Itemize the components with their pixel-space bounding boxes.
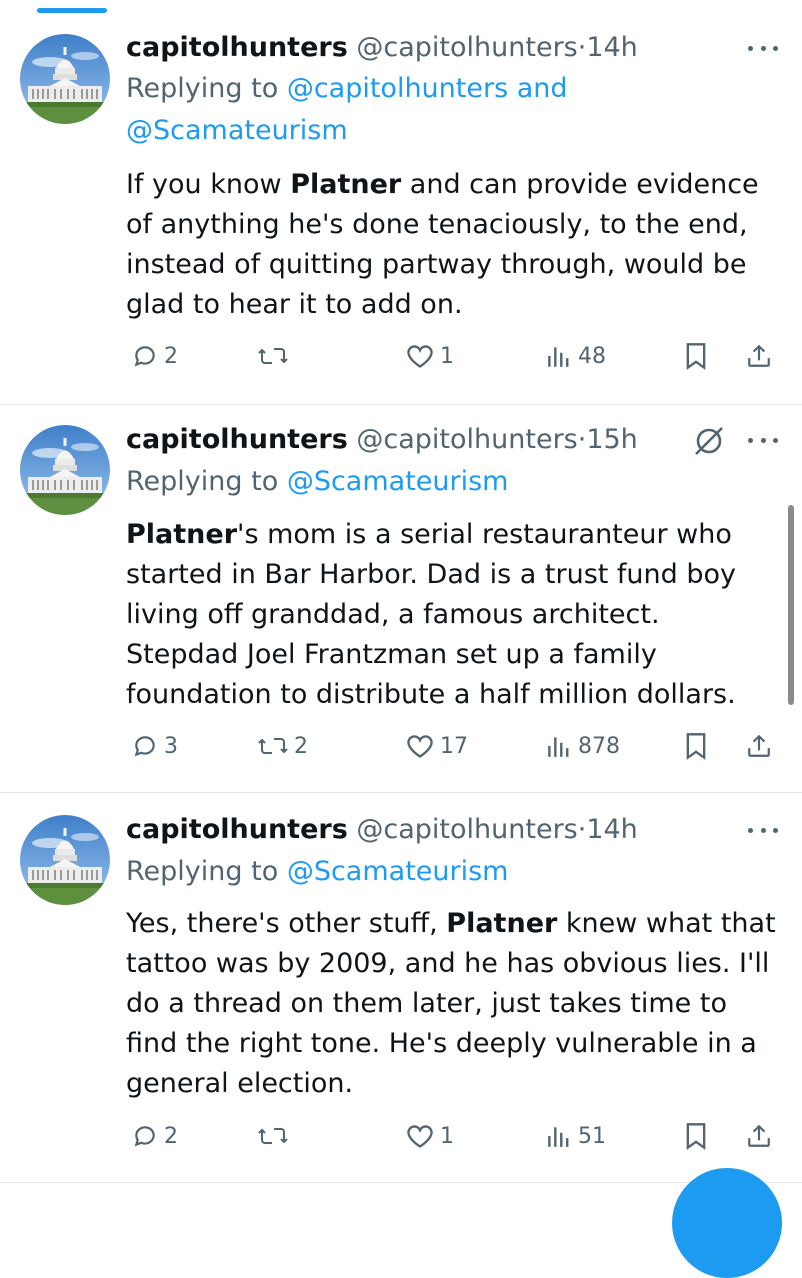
highlighted-term: Platner (290, 169, 402, 200)
mention-link[interactable]: @Scamateurism (126, 115, 348, 146)
mention-link[interactable]: @Scamateurism (287, 466, 509, 497)
reply-icon (134, 736, 155, 757)
tweet-actions: 2 1 51 (126, 1116, 776, 1156)
reply-count: 2 (164, 343, 178, 369)
retweet-button[interactable]: 2 (258, 726, 308, 766)
bookmark-icon (686, 1123, 706, 1150)
tweet-text-start: Yes, there's other stuff, (126, 908, 447, 939)
timestamp[interactable]: 15h (586, 424, 637, 455)
retweet-count: 2 (294, 733, 308, 759)
retweet-icon (258, 1128, 288, 1144)
more-icon[interactable] (748, 434, 778, 446)
share-button[interactable] (746, 1116, 772, 1156)
reply-count: 3 (164, 733, 178, 759)
heart-icon (407, 1125, 433, 1148)
avatar[interactable] (20, 34, 110, 124)
bookmark-button[interactable] (684, 336, 708, 376)
heart-icon (407, 735, 433, 758)
more-icon[interactable] (748, 42, 778, 54)
like-button[interactable]: 1 (406, 1116, 454, 1156)
like-count: 17 (440, 733, 468, 759)
share-button[interactable] (746, 726, 772, 766)
replying-to-label: Replying to (126, 856, 279, 887)
tweet-header: capitolhunters @capitolhunters·14h (126, 813, 638, 847)
heart-icon (407, 345, 433, 368)
view-count: 51 (578, 1123, 606, 1149)
tweet-header: capitolhunters @capitolhunters·15h (126, 423, 638, 457)
tweet-text: Platner's mom is a serial restauranteur … (126, 515, 776, 715)
avatar[interactable] (20, 815, 110, 905)
views-icon (548, 347, 569, 367)
retweet-icon (258, 348, 288, 364)
share-icon (748, 344, 770, 367)
view-count: 878 (578, 733, 620, 759)
reply-button[interactable]: 2 (132, 1116, 178, 1156)
replying-to-label: Replying to (126, 466, 279, 497)
tweet-divider (0, 404, 802, 405)
views-icon (548, 1127, 569, 1147)
replying-to: Replying to @Scamateurism (126, 852, 508, 892)
grok-icon[interactable] (692, 424, 726, 462)
mention-link[interactable]: @Scamateurism (287, 856, 509, 887)
tweet-divider (0, 1182, 802, 1183)
reply-count: 2 (164, 1123, 178, 1149)
like-count: 1 (440, 1123, 454, 1149)
view-count: 48 (578, 343, 606, 369)
tweet-divider (0, 792, 802, 793)
views-button[interactable]: 878 (546, 726, 620, 766)
replying-to-label: Replying to (126, 73, 279, 104)
share-icon (748, 734, 770, 757)
scrollbar[interactable] (788, 505, 794, 705)
share-icon (748, 1124, 770, 1147)
reply-icon (134, 1126, 155, 1147)
views-button[interactable]: 48 (546, 336, 606, 376)
tweet-text: If you know Platner and can provide evid… (126, 165, 776, 325)
display-name[interactable]: capitolhunters (126, 424, 348, 455)
display-name[interactable]: capitolhunters (126, 32, 348, 63)
mention-link[interactable]: @capitolhunters and (287, 73, 568, 104)
replying-to: Replying to @capitolhunters and (126, 69, 568, 109)
bookmark-icon (686, 733, 706, 760)
reply-icon (134, 346, 155, 367)
timestamp[interactable]: 14h (586, 32, 637, 63)
like-button[interactable]: 17 (406, 726, 468, 766)
display-name[interactable]: capitolhunters (126, 814, 348, 845)
reply-button[interactable]: 2 (132, 336, 178, 376)
share-button[interactable] (746, 336, 772, 376)
bookmark-button[interactable] (684, 1116, 708, 1156)
tweet-actions: 2 1 48 (126, 336, 776, 376)
user-handle[interactable]: @capitolhunters (356, 424, 577, 455)
tweet-text-start: If you know (126, 169, 291, 200)
tweet-actions: 3 2 17 878 (126, 726, 776, 766)
bookmark-button[interactable] (684, 726, 708, 766)
compose-button[interactable] (672, 1168, 782, 1278)
bookmark-icon (686, 343, 706, 370)
highlighted-term: Platner (126, 519, 238, 550)
tweet-header: capitolhunters @capitolhunters·14h (126, 31, 638, 65)
timestamp[interactable]: 14h (586, 814, 637, 845)
retweet-button[interactable] (258, 1116, 294, 1156)
like-button[interactable]: 1 (406, 336, 454, 376)
like-count: 1 (440, 343, 454, 369)
replying-to: Replying to @Scamateurism (126, 462, 508, 502)
active-tab-indicator (37, 8, 107, 13)
retweet-icon (258, 738, 288, 754)
retweet-button[interactable] (258, 336, 294, 376)
replying-to-continued: @Scamateurism (126, 111, 348, 151)
views-button[interactable]: 51 (546, 1116, 606, 1156)
more-icon[interactable] (748, 824, 778, 836)
user-handle[interactable]: @capitolhunters (356, 814, 577, 845)
views-icon (548, 737, 569, 757)
tweet-text: Yes, there's other stuff, Platner knew w… (126, 904, 776, 1104)
user-handle[interactable]: @capitolhunters (356, 32, 577, 63)
reply-button[interactable]: 3 (132, 726, 178, 766)
highlighted-term: Platner (446, 908, 558, 939)
avatar[interactable] (20, 425, 110, 515)
